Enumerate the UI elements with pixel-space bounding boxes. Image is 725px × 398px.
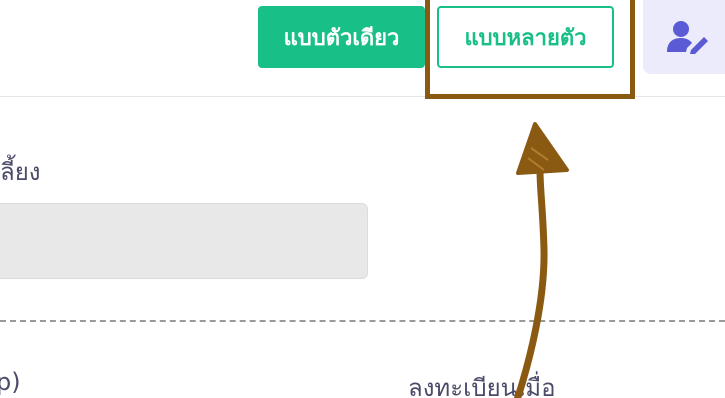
column-header-left: p) bbox=[0, 368, 21, 396]
field-label: ลี้ยง bbox=[0, 158, 41, 186]
single-mode-button[interactable]: แบบตัวเดียว bbox=[258, 6, 425, 68]
dashed-divider bbox=[0, 320, 725, 322]
page: แบบตัวเดียว แบบหลายตัว ลี้ยง p) ลงทะเบีย… bbox=[0, 0, 725, 398]
column-header-registered-at: ลงทะเบียนเมื่อ bbox=[408, 374, 556, 398]
user-edit-button[interactable] bbox=[643, 0, 725, 74]
user-edit-icon bbox=[667, 21, 708, 54]
multi-mode-button[interactable]: แบบหลายตัว bbox=[437, 6, 614, 68]
text-input[interactable] bbox=[0, 203, 368, 279]
top-bar: แบบตัวเดียว แบบหลายตัว bbox=[0, 0, 725, 97]
annotation-arrow-head bbox=[516, 122, 569, 175]
annotation-arrow-shaft bbox=[513, 166, 548, 398]
